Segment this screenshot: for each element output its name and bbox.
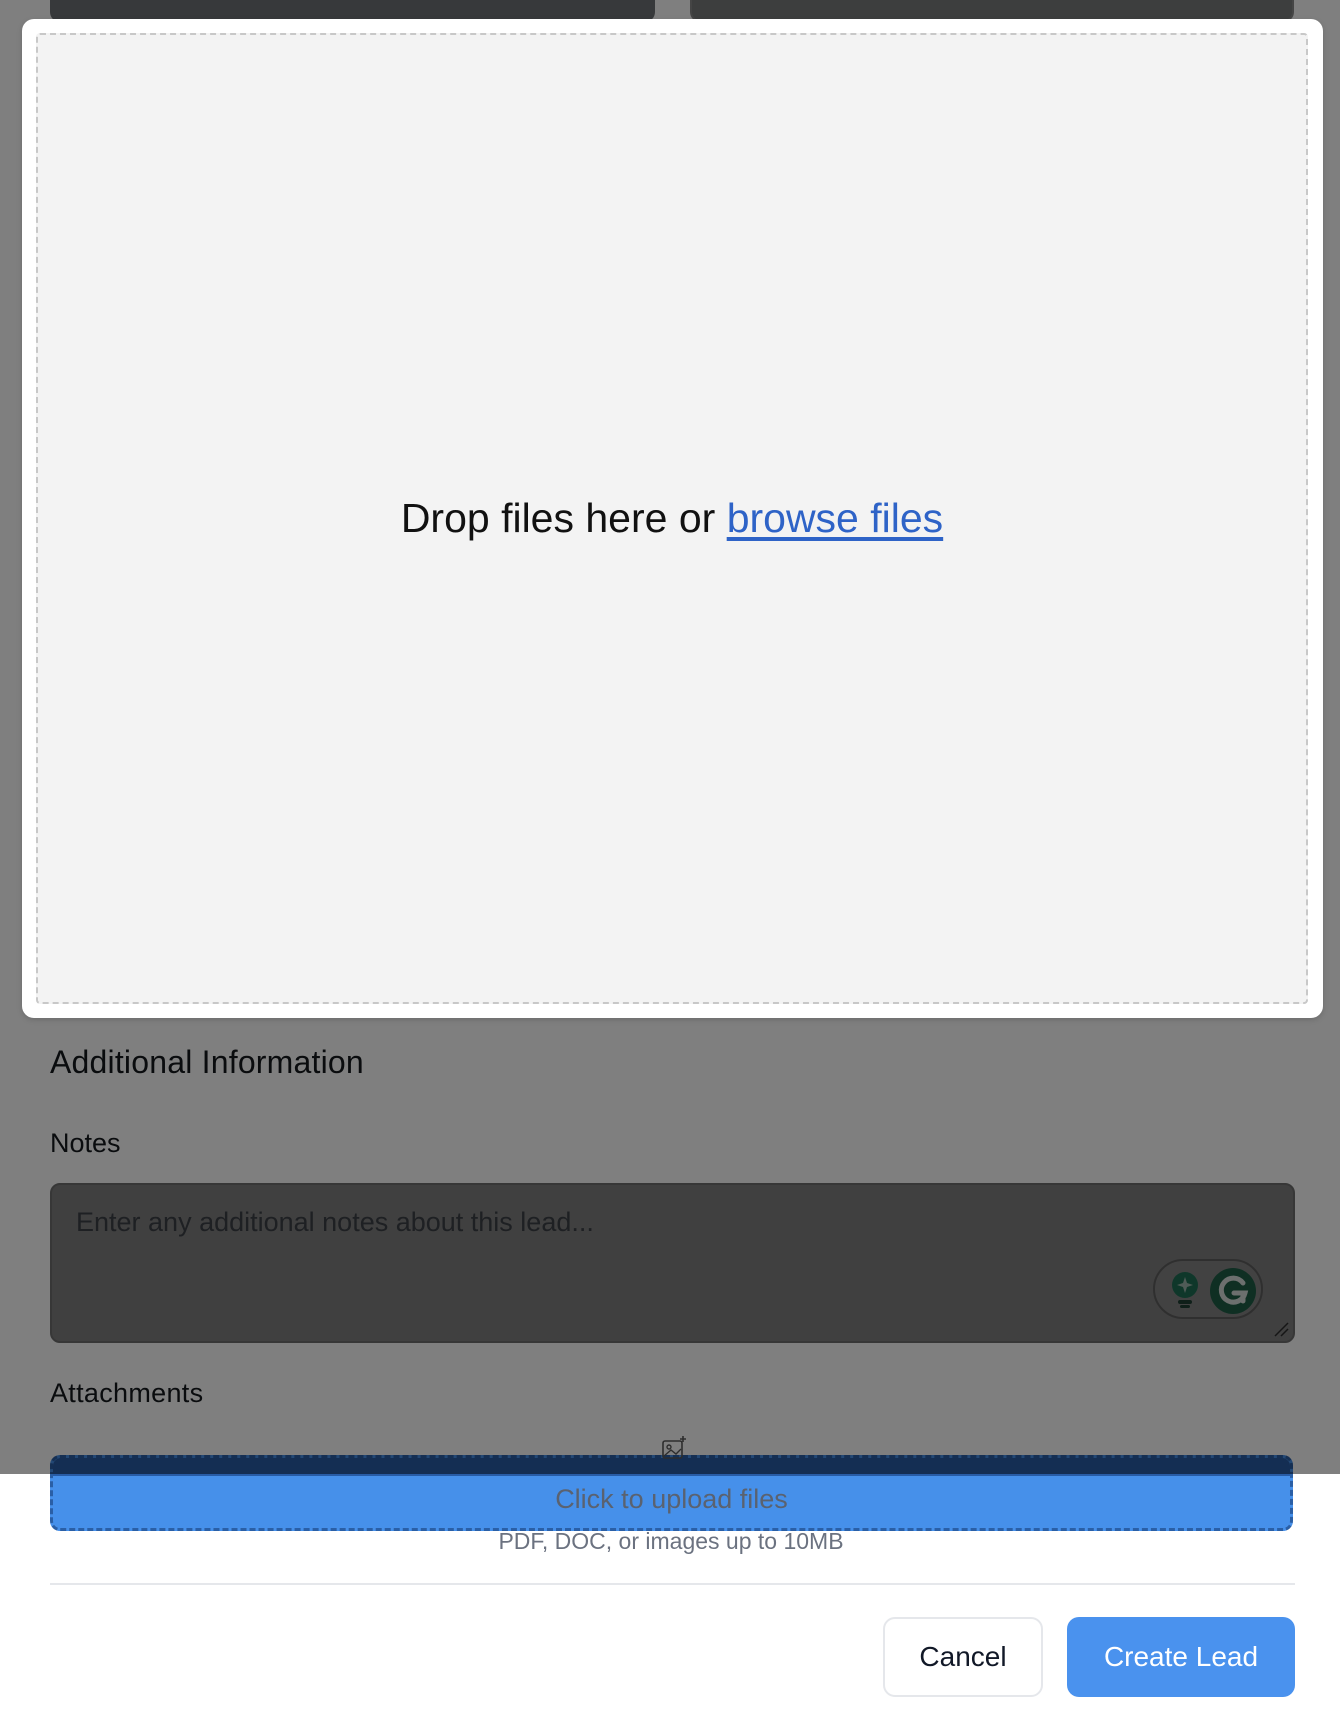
page: Additional Information Notes Enter any a… — [0, 0, 1342, 1714]
notes-label: Notes — [50, 1128, 121, 1158]
drop-prompt: Drop files here or browse files — [38, 495, 1306, 542]
upload-hint: PDF, DOC, or images up to 10MB — [498, 1528, 844, 1554]
notes-textarea[interactable]: Enter any additional notes about this le… — [50, 1183, 1295, 1343]
lightbulb-icon — [1172, 1272, 1198, 1308]
create-lead-button[interactable]: Create Lead — [1067, 1617, 1295, 1697]
drop-zone[interactable]: Drop files here or browse files — [36, 33, 1308, 1004]
drop-prompt-text: Drop files here or — [400, 495, 716, 541]
grammarly-g-icon — [1210, 1268, 1256, 1314]
attachments-label: Attachments — [50, 1378, 204, 1408]
upload-text: Click to upload files — [555, 1484, 788, 1514]
browse-files-link[interactable]: browse files — [727, 495, 943, 541]
section-title: Additional Information — [50, 1044, 364, 1080]
notes-placeholder: Enter any additional notes about this le… — [76, 1207, 594, 1237]
resize-handle-icon[interactable] — [1271, 1319, 1289, 1337]
cancel-button[interactable]: Cancel — [883, 1617, 1043, 1697]
grammarly-widget[interactable] — [1153, 1259, 1263, 1319]
file-drop-overlay: Drop files here or browse files — [22, 19, 1323, 1018]
image-plus-icon — [662, 1436, 686, 1459]
footer-divider — [50, 1583, 1295, 1585]
upload-dropzone[interactable]: Click to upload files — [50, 1455, 1293, 1531]
